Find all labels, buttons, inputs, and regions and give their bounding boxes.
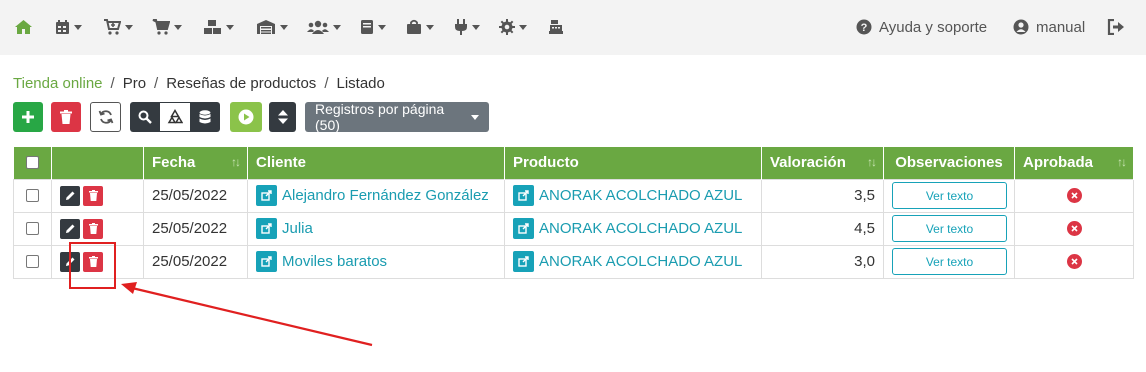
annotation-arrow: [121, 282, 373, 347]
